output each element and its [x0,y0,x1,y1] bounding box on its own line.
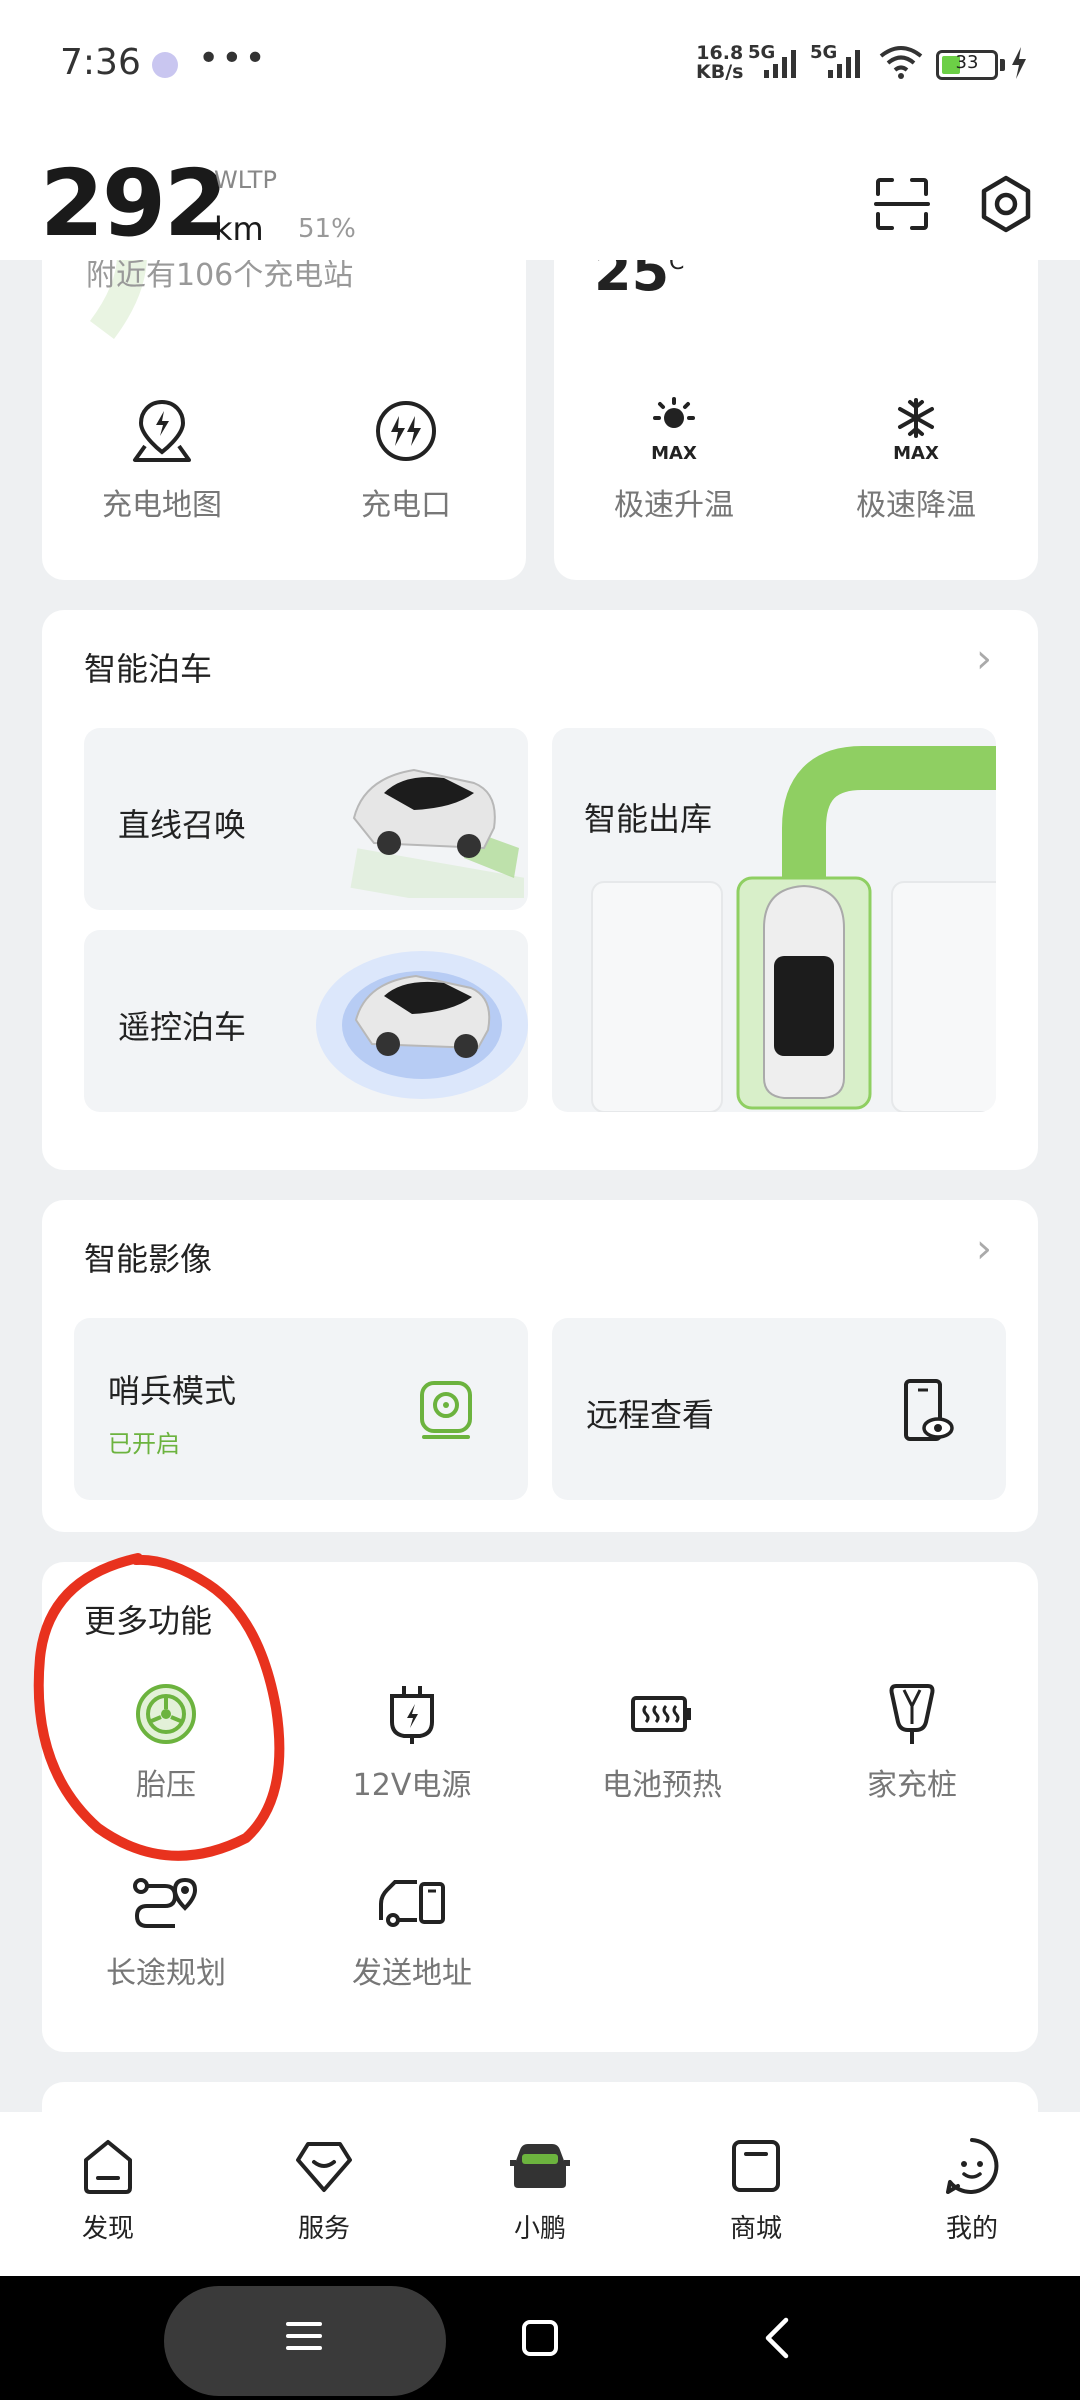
menu-icon[interactable] [284,2316,324,2356]
remote-view-tile[interactable]: 远程查看 [552,1318,1006,1500]
12v-power-label: 12V电源 [352,1768,472,1803]
status-time: 7:36 [60,42,141,83]
nav-mall[interactable]: 商城 [696,2136,816,2245]
send-address-label: 发送地址 [352,1956,472,1991]
smart-parking-card: 智能泊车 › 直线召唤 遥控泊车 智能出库 [42,610,1038,1170]
network-speed-unit: KB/s [696,61,744,83]
discover-icon [84,2140,132,2194]
car-remote-image [316,951,528,1099]
nav-mall-label: 商城 [729,2214,782,2244]
sentry-mode-label: 哨兵模式 [108,1372,237,1410]
max-heat-button[interactable]: MAX 极速升温 [594,396,754,524]
home-charger-icon [889,1684,935,1744]
nav-service-label: 服务 [297,2214,350,2244]
scan-icon[interactable] [872,174,932,234]
battery-icon: 33 [936,50,998,80]
home-charger-button[interactable]: 家充桩 [832,1682,992,1804]
charge-port-button[interactable]: 充电口 [326,396,486,524]
battery-preheat-label: 电池预热 [602,1768,722,1803]
max-heat-icon: MAX [651,397,697,464]
remote-parking-tile[interactable]: 遥控泊车 [84,930,528,1112]
more-functions-card: 更多功能 胎压 12V电源 电池预热 家充桩 长途规划 发送地址 [33,1553,1038,2052]
exit-path-illustration [591,746,996,1112]
screen: 7:36 ••• 16.8 KB/s 5G 5G 33 292 WLTP km … [0,0,1080,2400]
smart-imaging-title: 智能影像 [84,1240,213,1278]
sentry-mode-status: 已开启 [108,1430,180,1458]
wifi-icon [879,46,923,79]
charge-map-button[interactable]: 充电地图 [82,396,242,524]
nav-xpeng[interactable]: 小鹏 [480,2136,600,2245]
charge-port-label: 充电口 [361,488,451,523]
nav-me[interactable]: 我的 [912,2136,1032,2245]
system-navigation-bar [0,2276,1080,2400]
charging-bolt-icon [1012,47,1026,79]
signal-icon-2 [828,50,860,78]
app-notification-icon [152,52,178,78]
range-value: 292 [40,150,228,257]
home-charger-label: 家充桩 [867,1768,957,1803]
smart-exit-tile[interactable]: 智能出库 [552,728,996,1112]
max-text: MAX [651,443,697,464]
highlight-annotation [33,1553,285,1861]
car-image [350,768,524,898]
more-notifications-icon: ••• [198,38,268,79]
12v-power-icon [390,1686,434,1744]
battery-preheat-icon [631,1696,691,1732]
max-heat-label: 极速升温 [614,488,734,523]
remote-view-label: 远程查看 [586,1396,715,1434]
service-icon [296,2142,352,2192]
nav-me-label: 我的 [945,2214,998,2244]
chevron-right-icon-2[interactable]: › [976,1226,992,1272]
sentry-camera-icon [420,1381,472,1439]
sentry-mode-tile[interactable]: 哨兵模式 已开启 [74,1318,528,1500]
charge-map-label: 充电地图 [102,488,222,523]
remote-parking-label: 遥控泊车 [118,1008,247,1046]
mall-icon [732,2140,780,2192]
charge-map-icon [133,399,191,462]
send-address-button[interactable]: 发送地址 [332,1874,492,1992]
signal-icon [764,50,796,78]
12v-power-button[interactable]: 12V电源 [332,1682,492,1804]
smart-imaging-card: 智能影像 › 哨兵模式 已开启 远程查看 [42,1200,1038,1532]
summon-tile[interactable]: 直线召唤 [84,728,528,910]
max-cool-icon: MAX [893,398,939,464]
max-text-2: MAX [893,443,939,464]
range-unit: km [214,210,264,248]
status-bar: 7:36 ••• 16.8 KB/s 5G 5G 33 [0,0,1080,130]
nav-discover-label: 发现 [81,2214,134,2244]
nav-service[interactable]: 服务 [264,2136,384,2245]
battery-level: 33 [955,52,979,73]
summon-label: 直线召唤 [118,806,247,844]
route-planning-label: 长途规划 [106,1956,226,1991]
max-cool-label: 极速降温 [856,488,976,523]
remote-view-icon [904,1379,954,1441]
range-standard: WLTP [214,166,277,194]
home-icon[interactable] [520,2318,560,2358]
settings-icon[interactable] [976,174,1036,234]
nav-discover[interactable]: 发现 [48,2136,168,2245]
network-speed: 16.8 KB/s [696,44,743,82]
range-header: 292 WLTP km 51% [0,130,1080,260]
nav-xpeng-label: 小鹏 [513,2214,566,2244]
battery-preheat-button[interactable]: 电池预热 [582,1682,742,1804]
smart-parking-title: 智能泊车 [84,650,213,688]
back-icon[interactable] [758,2316,798,2360]
battery-cap [1000,59,1005,71]
profile-icon [946,2138,999,2194]
chevron-right-icon[interactable]: › [976,636,992,682]
send-address-icon [379,1880,445,1927]
bottom-navigation: 发现 服务 小鹏 商城 我的 [0,2112,1080,2276]
max-cool-button[interactable]: MAX 极速降温 [836,396,996,524]
charge-port-icon [376,401,436,461]
battery-percent: 51% [298,214,356,244]
car-icon [510,2144,570,2188]
